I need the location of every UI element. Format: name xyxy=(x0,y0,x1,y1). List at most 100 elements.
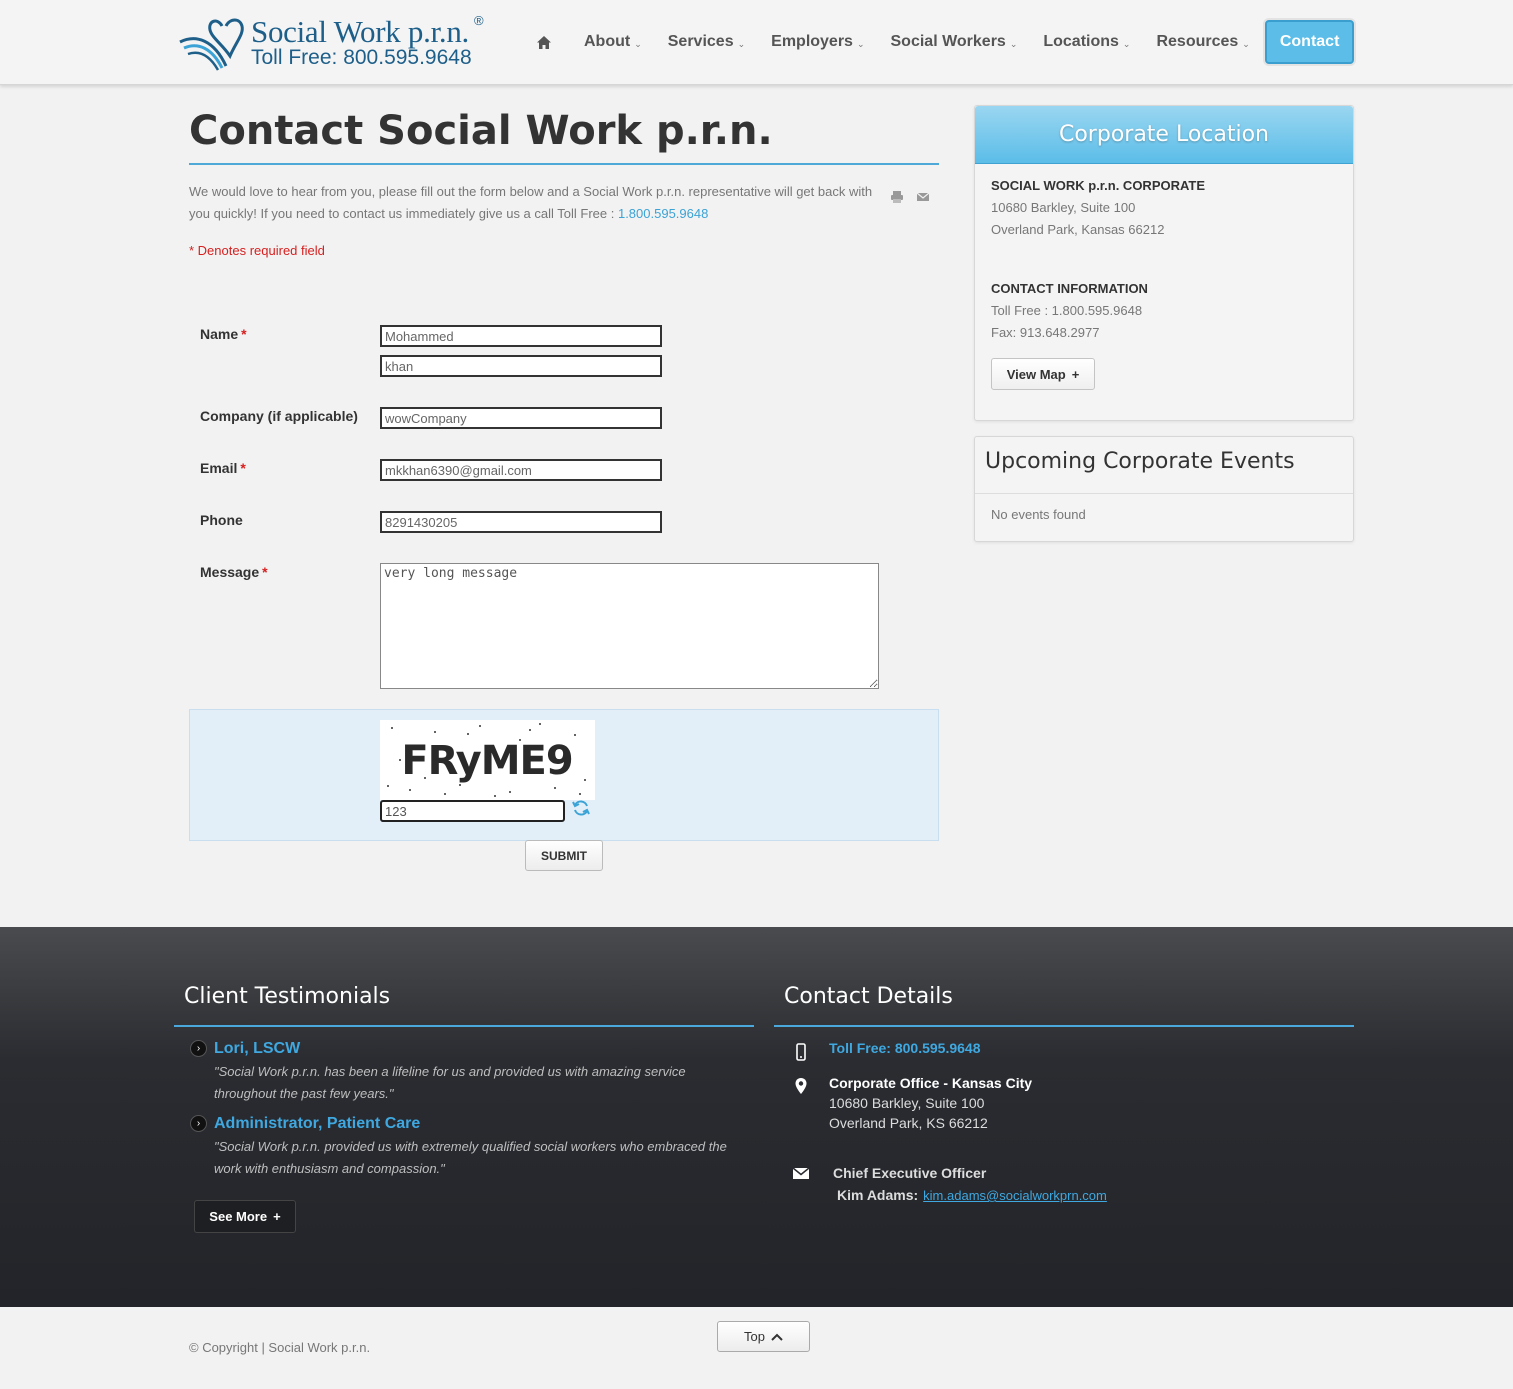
upcoming-events-panel: Upcoming Corporate Events No events foun… xyxy=(974,436,1354,542)
back-to-top-button[interactable]: Top xyxy=(717,1321,810,1352)
testimonial-name[interactable]: Administrator, Patient Care xyxy=(214,1115,420,1133)
heart-swoosh-icon xyxy=(179,18,244,71)
nav-services-label: Services xyxy=(667,33,734,50)
corp-address-line2: Overland Park, Kansas 66212 xyxy=(991,222,1165,237)
ceo-name: Kim Adams: xyxy=(837,1187,919,1203)
logo-registered-mark: ® xyxy=(474,13,484,28)
chevron-down-icon: ⌄ xyxy=(1122,38,1131,49)
main-nav: About ⌄ Services ⌄ Employers ⌄ Social Worke… xyxy=(530,19,1355,65)
site-logo[interactable]: Social Work p.r.n. ® Toll Free: 800.595.… xyxy=(178,13,498,74)
name-label-text: Name xyxy=(200,326,239,342)
nav-social-workers[interactable]: Social Workers ⌄ xyxy=(878,20,1031,64)
corp-fax: Fax: 913.648.2977 xyxy=(991,325,1100,340)
required-mark: * xyxy=(262,564,268,580)
see-more-button[interactable]: See More + xyxy=(194,1200,296,1233)
intro-text: We would love to hear from you, please f… xyxy=(189,181,879,225)
ceo-contact: Kim Adams: kim.adams@socialworkprn.com xyxy=(837,1187,1107,1203)
first-name-input[interactable] xyxy=(380,325,662,347)
nav-resources[interactable]: Resources ⌄ xyxy=(1143,20,1262,64)
view-map-button[interactable]: View Map + xyxy=(991,358,1095,390)
office-address-line1: 10680 Barkley, Suite 100 xyxy=(829,1095,985,1111)
contact-details-title: Contact Details xyxy=(784,984,953,1009)
required-mark: * xyxy=(241,326,247,342)
testimonial-quote: "Social Work p.r.n. provided us with ext… xyxy=(214,1139,727,1176)
copyright-text: © Copyright | Social Work p.r.n. xyxy=(189,1340,371,1355)
plus-icon: + xyxy=(1071,366,1080,382)
email-icon[interactable] xyxy=(916,190,930,204)
chevron-down-icon: ⌄ xyxy=(1009,38,1018,49)
nav-social-workers-label: Social Workers xyxy=(890,33,1006,50)
company-input[interactable] xyxy=(380,407,662,429)
title-divider xyxy=(189,163,939,165)
envelope-icon xyxy=(792,1167,810,1179)
company-label: Company (if applicable) xyxy=(200,408,358,424)
site-header: Social Work p.r.n. ® Toll Free: 800.595.… xyxy=(0,0,1513,85)
nav-about[interactable]: About ⌄ xyxy=(571,20,655,64)
corporate-location-title: Corporate Location xyxy=(975,106,1353,164)
captcha-text: FRyME9 xyxy=(401,738,572,784)
page-tools xyxy=(890,190,930,204)
submit-button[interactable]: SUBMIT xyxy=(525,840,603,871)
refresh-icon[interactable] xyxy=(571,798,591,818)
email-input[interactable] xyxy=(380,459,662,481)
nav-contact-button[interactable]: Contact xyxy=(1264,20,1355,64)
top-label: Top xyxy=(744,1329,765,1344)
captcha-image: FRyME9 xyxy=(380,720,595,800)
view-map-label: View Map xyxy=(1006,366,1066,382)
no-events-text: No events found xyxy=(991,507,1086,522)
last-name-input[interactable] xyxy=(380,355,662,377)
captcha-input[interactable] xyxy=(380,800,565,822)
contact-info-heading: CONTACT INFORMATION xyxy=(991,281,1148,296)
email-label: Email * xyxy=(200,460,246,476)
plus-icon: + xyxy=(273,1209,281,1224)
testimonials-title: Client Testimonials xyxy=(184,984,391,1009)
logo-name: Social Work p.r.n. xyxy=(251,14,469,49)
page-title: Contact Social Work p.r.n. xyxy=(189,108,773,154)
nav-home[interactable] xyxy=(530,20,558,64)
testimonials-divider xyxy=(174,1025,754,1027)
contact-details-divider xyxy=(774,1025,1354,1027)
message-label-text: Message xyxy=(200,564,260,580)
map-marker-icon xyxy=(795,1078,807,1094)
office-address-line2: Overland Park, KS 66212 xyxy=(829,1115,988,1131)
corporate-location-panel: Corporate Location SOCIAL WORK p.r.n. CO… xyxy=(974,105,1354,421)
nav-locations-label: Locations xyxy=(1043,33,1119,50)
home-icon xyxy=(537,35,551,49)
chevron-down-icon: ⌄ xyxy=(1242,38,1250,49)
office-name: Corporate Office - Kansas City xyxy=(829,1075,1033,1091)
message-label: Message * xyxy=(200,564,268,580)
email-label-text: Email xyxy=(200,460,238,476)
required-mark: * xyxy=(240,460,246,476)
upcoming-events-title: Upcoming Corporate Events xyxy=(975,437,1353,494)
see-more-label: See More xyxy=(209,1209,268,1224)
chevron-right-icon: › xyxy=(190,1040,207,1057)
required-field-note: * Denotes required field xyxy=(189,243,325,258)
chevron-right-icon: › xyxy=(190,1115,207,1132)
nav-resources-label: Resources xyxy=(1156,33,1239,50)
chevron-down-icon: ⌄ xyxy=(634,38,642,49)
phone-label: Phone xyxy=(200,512,243,528)
corp-address-line1: 10680 Barkley, Suite 100 xyxy=(991,200,1136,215)
footer-toll-free-link[interactable]: Toll Free: 800.595.9648 xyxy=(829,1040,981,1056)
phone-input[interactable] xyxy=(380,511,662,533)
nav-employers[interactable]: Employers ⌄ xyxy=(758,20,877,64)
intro-phone-link[interactable]: 1.800.595.9648 xyxy=(618,206,708,221)
testimonial-quote: "Social Work p.r.n. has been a lifeline … xyxy=(214,1064,686,1101)
print-icon[interactable] xyxy=(890,190,904,204)
ceo-email-link[interactable]: kim.adams@socialworkprn.com xyxy=(923,1188,1107,1203)
chevron-down-icon: ⌄ xyxy=(737,38,746,49)
nav-employers-label: Employers xyxy=(771,33,853,50)
corp-name: SOCIAL WORK p.r.n. CORPORATE xyxy=(991,178,1206,193)
name-label: Name * xyxy=(200,326,247,342)
message-textarea[interactable]: very long message xyxy=(380,563,879,689)
nav-services[interactable]: Services ⌄ xyxy=(655,20,758,64)
testimonial-name[interactable]: Lori, LSCW xyxy=(214,1040,300,1058)
ceo-title: Chief Executive Officer xyxy=(833,1165,987,1181)
chevron-down-icon: ⌄ xyxy=(856,38,865,49)
nav-locations[interactable]: Locations ⌄ xyxy=(1030,20,1143,64)
nav-about-label: About xyxy=(584,33,631,50)
logo-toll-free: Toll Free: 800.595.9648 xyxy=(251,46,472,69)
intro-body: We would love to hear from you, please f… xyxy=(189,184,873,221)
chevron-up-icon xyxy=(771,1333,783,1341)
corp-toll-free: Toll Free : 1.800.595.9648 xyxy=(991,303,1143,318)
